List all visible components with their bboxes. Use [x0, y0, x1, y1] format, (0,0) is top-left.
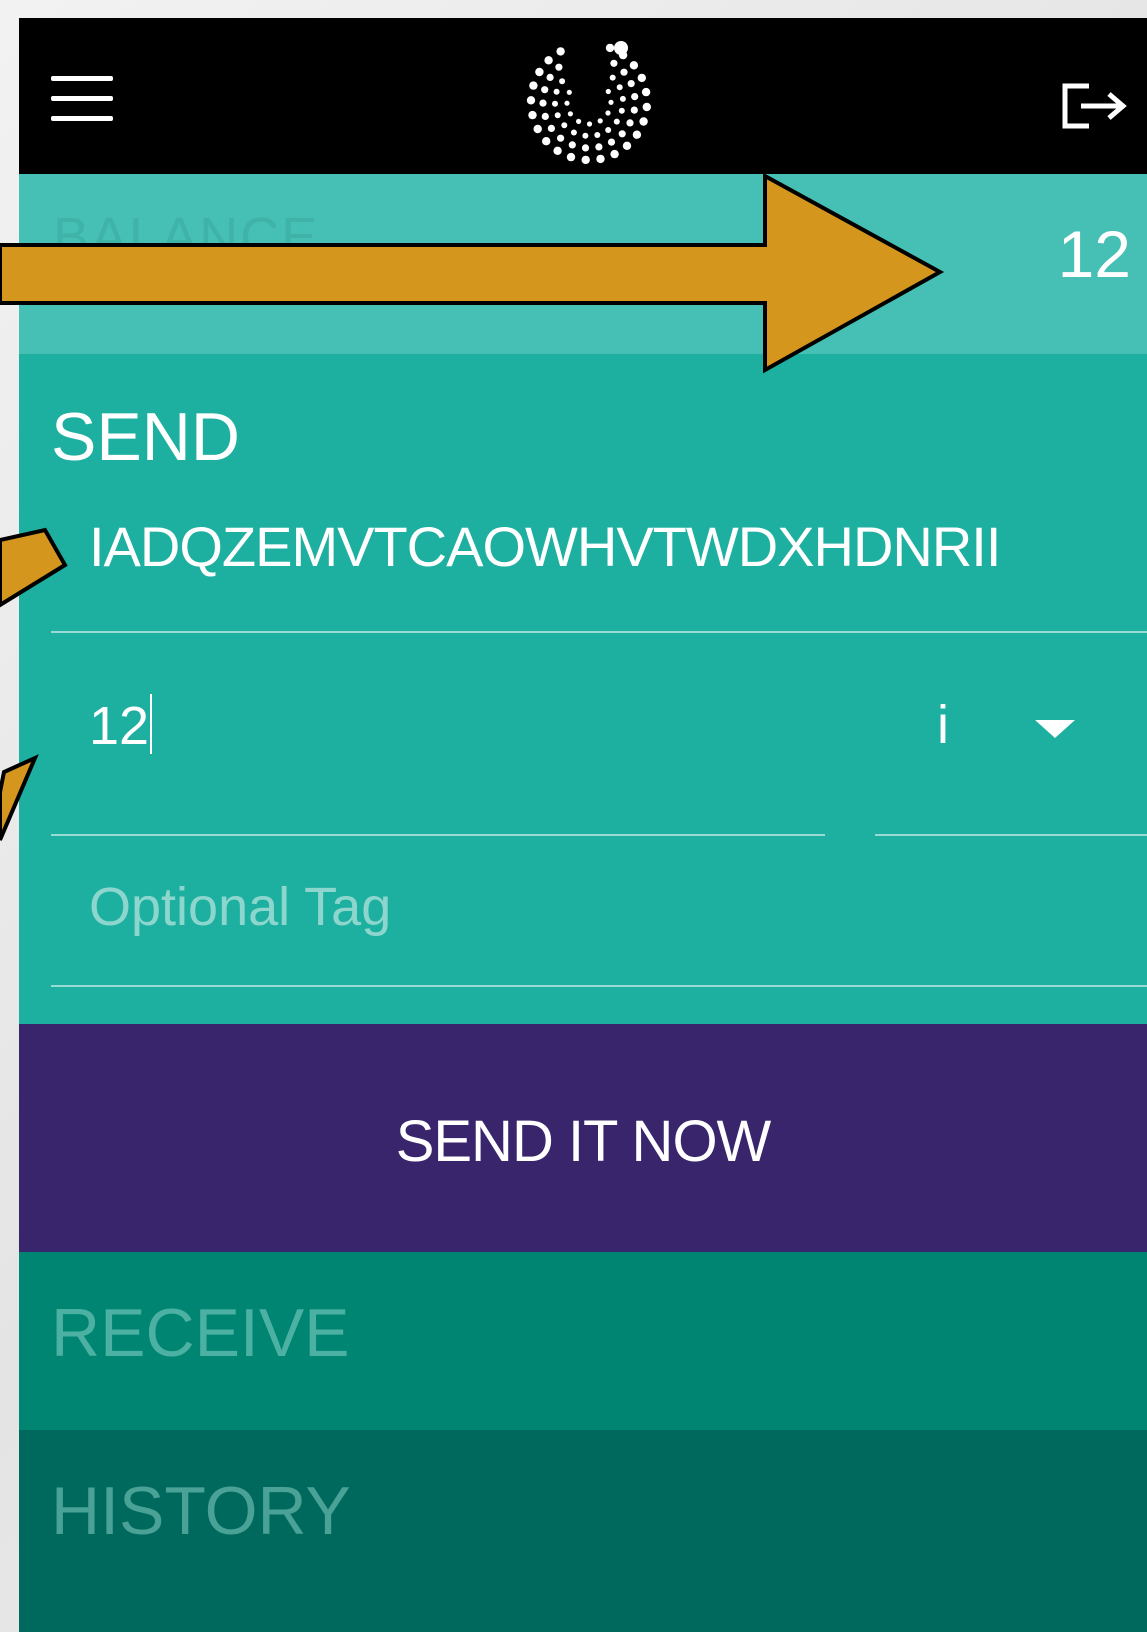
logo-dot [629, 61, 639, 70]
logo-dot [637, 73, 646, 83]
logo-dot [542, 137, 551, 146]
logo-dot [553, 88, 560, 95]
logo-dot [553, 146, 562, 155]
unit-value: i [937, 695, 949, 755]
logo-dot [581, 155, 590, 165]
send-title: SEND [51, 399, 240, 475]
address-input[interactable]: IADQZEMVTCAOWHVTWDXHDNRII [89, 514, 1089, 579]
logo-dot [618, 130, 626, 138]
logo-dot [570, 129, 577, 136]
logo-dot [554, 112, 561, 119]
logo-dot [533, 124, 542, 134]
logo-dot [552, 100, 558, 107]
logo-dot [582, 132, 589, 139]
address-underline [51, 631, 1147, 633]
logo-dot [632, 130, 642, 139]
logo-dot [608, 99, 614, 105]
logo-dot [541, 86, 549, 94]
logo-dot [610, 149, 619, 159]
logo-dot [642, 102, 651, 112]
send-it-now-button[interactable]: SEND IT NOW [19, 1024, 1147, 1252]
logo-dot [528, 110, 537, 120]
amount-value: 12 [89, 696, 150, 756]
logo-dot [566, 152, 576, 162]
logo-dot [613, 118, 620, 125]
logo-dot [529, 81, 538, 90]
logo-dot [597, 118, 603, 124]
top-bar [19, 18, 1147, 174]
unit-select[interactable]: i [875, 684, 1105, 774]
logo-dot [566, 89, 572, 95]
logo-dot [594, 132, 601, 138]
history-label: HISTORY [51, 1473, 351, 1549]
unit-underline [875, 834, 1147, 836]
logo-dot [605, 110, 611, 116]
receive-label: RECEIVE [51, 1295, 350, 1371]
logo-dot [641, 87, 651, 97]
logo-dot [616, 84, 623, 91]
logo-dot [546, 73, 554, 81]
logo-dot [596, 154, 605, 164]
logo-dot [605, 43, 615, 53]
logo-dot [610, 59, 618, 67]
logo-dot [547, 124, 555, 132]
logo-dot [631, 93, 639, 101]
logo-dot [605, 127, 612, 133]
logo-dot [544, 56, 553, 65]
wallet-screen: BALANCE 12 SEND IADQZEMVTCAOWHVTWDXHDNRI… [19, 18, 1147, 1632]
text-cursor [150, 694, 153, 754]
logo-dot [559, 78, 566, 85]
logo-dot [609, 74, 616, 81]
logo-dot [586, 121, 593, 127]
receive-section[interactable]: RECEIVE [19, 1252, 1147, 1430]
logo-dot [564, 100, 570, 106]
logo-dot [630, 106, 638, 114]
logo-dot [607, 138, 616, 146]
logo-dot [535, 67, 544, 77]
logo-dot [539, 99, 547, 107]
logo-dot [626, 119, 634, 127]
balance-bar: BALANCE 12 [19, 174, 1147, 354]
amount-underline [51, 834, 825, 836]
amount-input[interactable]: 12 [89, 694, 153, 757]
logo-dot [620, 68, 628, 76]
tag-underline [51, 985, 1147, 987]
logo-dot [618, 107, 625, 114]
logout-icon[interactable] [1059, 78, 1131, 134]
logo-dot [627, 80, 635, 88]
tag-input[interactable]: Optional Tag [89, 876, 391, 938]
logo-dot [555, 63, 563, 71]
logo-dot [605, 88, 611, 95]
send-button-label: SEND IT NOW [395, 1109, 772, 1174]
chevron-down-icon [1035, 720, 1075, 738]
logo-dot [561, 122, 568, 129]
logo-dot [557, 134, 565, 142]
logo-dot [567, 111, 573, 117]
logo-dot [526, 96, 536, 105]
logo-dot [581, 144, 590, 152]
logo-dot [639, 117, 648, 126]
logo-dot [614, 41, 628, 55]
logo-dot [568, 141, 576, 149]
iota-logo-icon [526, 41, 651, 165]
hamburger-menu-icon[interactable] [51, 76, 115, 124]
logo-dot [541, 112, 549, 120]
balance-label: BALANCE [53, 207, 320, 267]
logo-dot [556, 47, 565, 56]
logo-dot [576, 118, 582, 124]
logo-dot [595, 143, 603, 151]
balance-value: 12 [1057, 217, 1131, 291]
logo-dot [619, 95, 626, 102]
logo-dot [622, 141, 632, 150]
history-section[interactable]: HISTORY [19, 1430, 1147, 1632]
send-section: SEND IADQZEMVTCAOWHVTWDXHDNRII 12 i Opti… [19, 354, 1147, 1024]
